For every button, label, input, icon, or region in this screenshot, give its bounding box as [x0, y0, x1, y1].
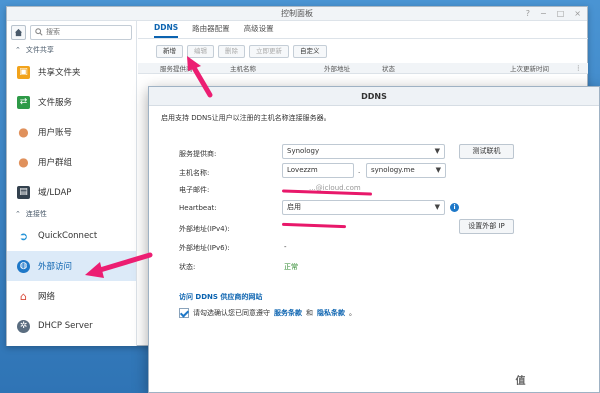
arrow-to-external-access	[85, 252, 153, 278]
watermark-logo-icon: 值	[513, 375, 528, 389]
watermark: 值值 什么值得买	[513, 372, 594, 389]
watermark-text: 值 什么值得买	[530, 376, 594, 387]
arrow-to-add-button	[187, 56, 213, 98]
annotation-arrows	[85, 56, 213, 278]
